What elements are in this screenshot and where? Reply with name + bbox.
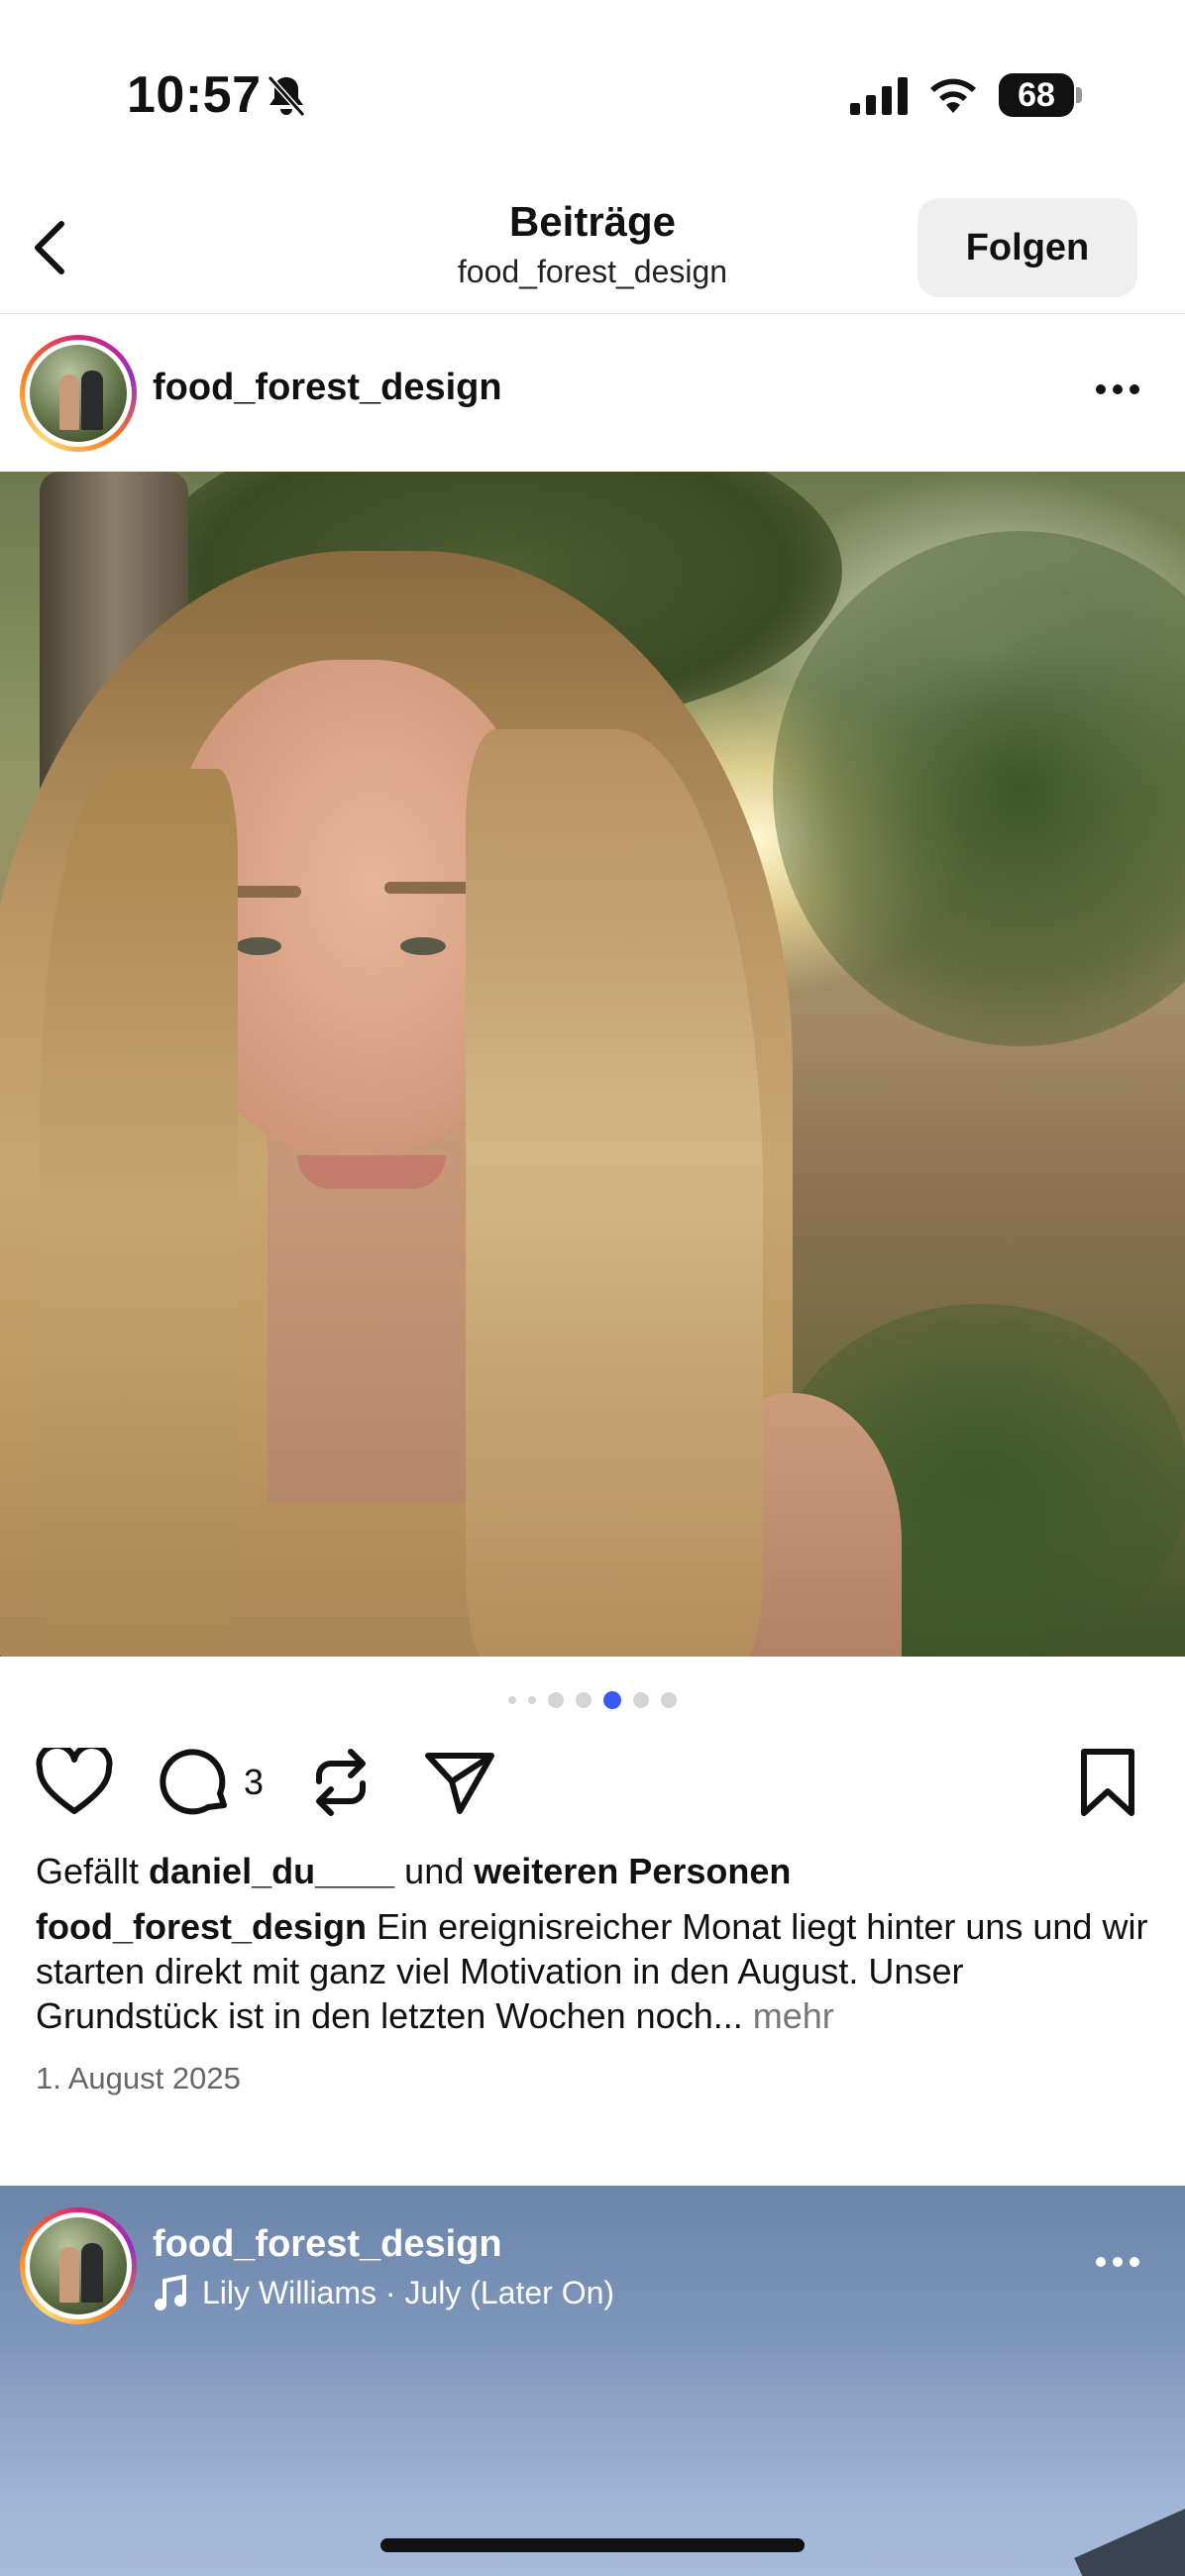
comment-icon bbox=[160, 1749, 227, 1815]
repost-icon bbox=[316, 1749, 366, 1816]
bookmark-icon bbox=[1081, 1749, 1134, 1816]
send-icon bbox=[425, 1753, 494, 1814]
carousel-dot bbox=[528, 1696, 536, 1704]
home-indicator[interactable] bbox=[380, 2538, 805, 2552]
post-date: 1. August 2025 bbox=[36, 2061, 241, 2095]
like-button[interactable] bbox=[36, 1743, 113, 1822]
repost-button[interactable] bbox=[305, 1746, 377, 1824]
signal-icon bbox=[850, 77, 910, 120]
music-icon bbox=[153, 2274, 186, 2317]
bookmark-button[interactable] bbox=[1078, 1748, 1137, 1822]
caption-username[interactable]: food_forest_design bbox=[36, 1906, 367, 1947]
post-photo[interactable] bbox=[0, 472, 1185, 1657]
carousel-indicator bbox=[0, 1684, 1185, 1716]
likes-user[interactable]: daniel_du____ bbox=[149, 1851, 394, 1891]
follow-button[interactable]: Folgen bbox=[917, 198, 1137, 297]
comment-count: 3 bbox=[244, 1762, 265, 1802]
likes-line: Gefällt daniel_du____ und weiteren Perso… bbox=[36, 1851, 791, 1892]
heart-icon bbox=[36, 1743, 113, 1814]
likes-others[interactable]: weiteren Personen bbox=[474, 1851, 791, 1891]
post-caption: food_forest_design Ein ereignisreicher M… bbox=[36, 1904, 1155, 2038]
next-post-avatar[interactable] bbox=[20, 2207, 137, 2324]
post-header: food_forest_design bbox=[0, 313, 1185, 472]
avatar[interactable] bbox=[20, 335, 137, 452]
status-time: 10:57 bbox=[127, 66, 262, 124]
carousel-dot bbox=[508, 1696, 516, 1704]
carousel-dot bbox=[603, 1691, 621, 1709]
status-bar: 10:57 68 bbox=[0, 0, 1185, 188]
likes-middle: und bbox=[394, 1851, 475, 1891]
likes-prefix: Gefällt bbox=[36, 1851, 150, 1891]
more-icon[interactable] bbox=[1094, 382, 1141, 401]
post-username[interactable]: food_forest_design bbox=[153, 367, 502, 409]
comment-button[interactable] bbox=[159, 1746, 232, 1824]
wifi-icon bbox=[927, 73, 979, 120]
carousel-dot bbox=[633, 1692, 649, 1708]
battery-indicator: 68 bbox=[999, 73, 1074, 117]
next-post-more-icon[interactable] bbox=[1094, 2255, 1141, 2274]
carousel-dot bbox=[576, 1692, 592, 1708]
action-bar: 3 bbox=[0, 1743, 1185, 1853]
share-button[interactable] bbox=[422, 1748, 495, 1822]
bell-slash-icon bbox=[266, 73, 307, 124]
next-post[interactable]: food_forest_design Lily Williams · July … bbox=[0, 2186, 1185, 2576]
next-post-music[interactable]: Lily Williams · July (Later On) bbox=[202, 2275, 614, 2311]
carousel-dot bbox=[661, 1692, 677, 1708]
caption-more-link[interactable]: mehr bbox=[753, 1995, 834, 2036]
carousel-dot bbox=[548, 1692, 564, 1708]
next-post-username[interactable]: food_forest_design bbox=[153, 2223, 502, 2266]
nav-bar: Beiträge food_forest_design Folgen bbox=[0, 188, 1185, 314]
battery-nub bbox=[1076, 87, 1082, 103]
